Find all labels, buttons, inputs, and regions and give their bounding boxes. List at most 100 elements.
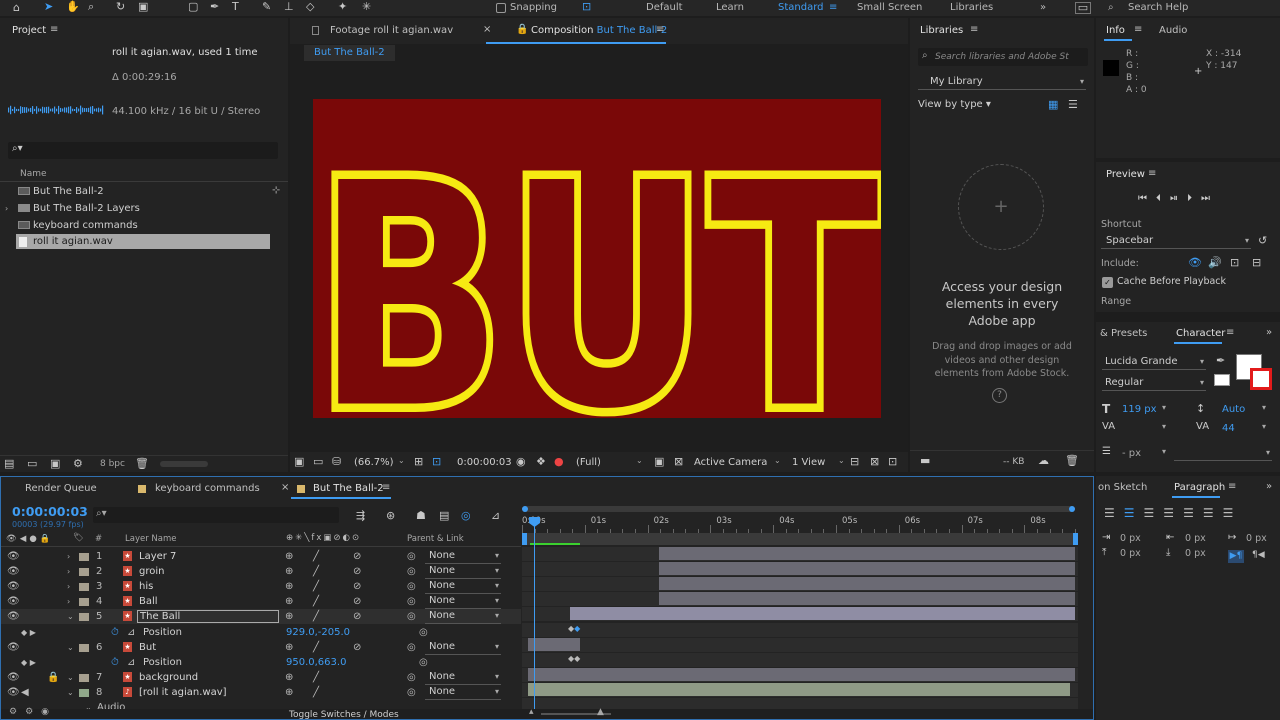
visibility-eye-icon[interactable]: 👁 bbox=[7, 609, 20, 624]
new-composition-icon[interactable]: ▣ bbox=[50, 457, 60, 471]
font-style-dropdown[interactable]: Regular ▾ bbox=[1102, 376, 1206, 391]
rectangle-tool-icon[interactable]: ▢ bbox=[188, 0, 198, 14]
mask-visibility-icon[interactable]: ⛁ bbox=[332, 455, 341, 469]
flowchart-icon[interactable]: ⊹ bbox=[272, 185, 280, 196]
type-tool-icon[interactable]: T bbox=[232, 0, 239, 14]
layer-duration-bar[interactable] bbox=[528, 637, 580, 651]
settings-icon[interactable]: ⚙ bbox=[73, 457, 83, 471]
stopwatch-icon[interactable]: ⏱ bbox=[111, 625, 119, 640]
column-number[interactable]: # bbox=[95, 534, 102, 544]
layer-duration-bar[interactable] bbox=[528, 682, 1070, 696]
composition-breadcrumb[interactable]: But The Ball-2 bbox=[304, 45, 395, 61]
shy-switch-icon[interactable]: ⊕ bbox=[285, 670, 293, 685]
font-family-dropdown[interactable]: Lucida Grande ▾ bbox=[1102, 355, 1206, 370]
panel-overflow-icon[interactable]: » bbox=[1266, 327, 1272, 338]
project-item[interactable]: › But The Ball-2 Layers bbox=[0, 201, 270, 216]
chevron-down-icon[interactable]: ▾ bbox=[1262, 422, 1266, 431]
shy-switch-icon[interactable]: ⊕ bbox=[285, 685, 293, 700]
viewer-timecode[interactable]: 0:00:00:03 bbox=[457, 457, 512, 468]
font-size-value[interactable]: 119 px bbox=[1122, 404, 1157, 415]
motion-blur-switch-icon[interactable]: ⊘ bbox=[353, 564, 361, 579]
space-after-value[interactable]: 0 px bbox=[1185, 548, 1206, 559]
tracking-value[interactable]: 44 bbox=[1222, 423, 1235, 434]
panel-overflow-icon[interactable]: » bbox=[1266, 481, 1272, 492]
quality-switch-icon[interactable]: ╱ bbox=[313, 594, 319, 609]
reset-icon[interactable]: ↺ bbox=[1258, 234, 1267, 248]
tab-footage[interactable]: Footage roll it agian.wav bbox=[330, 25, 453, 36]
channels-icon[interactable]: ● bbox=[554, 455, 564, 469]
layer-row[interactable]: 👁 ⌄ 6 ★ But ⊕ ╱ ⊘ ◎ None ▾ bbox=[1, 640, 521, 655]
layer-label-color[interactable] bbox=[79, 688, 89, 697]
audio-include-icon[interactable]: 🔊 bbox=[1208, 256, 1222, 270]
selected-keyframe-icon[interactable]: ◆ bbox=[574, 624, 580, 633]
info-tab[interactable]: Info bbox=[1106, 25, 1125, 36]
snap-options-icon[interactable]: ⊡ bbox=[582, 0, 591, 14]
layer-name[interactable]: But bbox=[137, 640, 279, 655]
first-frame-icon[interactable]: ⏮ bbox=[1138, 193, 1156, 204]
property-value[interactable]: 950.0,663.0 bbox=[286, 655, 346, 670]
motion-blur-switch-icon[interactable]: ⊘ bbox=[353, 640, 361, 655]
library-search-input[interactable]: ⌕ Search libraries and Adobe St bbox=[918, 48, 1088, 66]
keyframe-navigator-icon[interactable]: ◆ ▶ bbox=[21, 625, 36, 640]
layer-label-color[interactable] bbox=[79, 598, 89, 607]
quality-switch-icon[interactable]: ╱ bbox=[313, 549, 319, 564]
trash-icon[interactable]: 🗑 bbox=[1065, 454, 1079, 468]
zoom-out-icon[interactable]: ▴ bbox=[529, 707, 534, 717]
close-tab-icon[interactable]: × bbox=[281, 482, 289, 493]
workspace-libraries[interactable]: Libraries bbox=[950, 2, 993, 13]
brush-tool-icon[interactable]: ✎ bbox=[262, 0, 271, 14]
pick-whip-icon[interactable]: ◎ bbox=[407, 579, 416, 594]
parent-dropdown[interactable]: None ▾ bbox=[425, 564, 501, 580]
layer-label-color[interactable] bbox=[79, 553, 89, 561]
layer-label-color[interactable] bbox=[79, 583, 89, 592]
panel-menu-icon[interactable]: ≡ bbox=[1228, 481, 1236, 492]
quality-switch-icon[interactable]: ╱ bbox=[313, 640, 319, 655]
workspace-standard[interactable]: Standard bbox=[778, 2, 824, 13]
navigator-end-handle[interactable] bbox=[1069, 506, 1075, 512]
draft-3d-icon[interactable]: ⊛ bbox=[386, 509, 395, 523]
view-by-type-dropdown[interactable]: View by type ▾ bbox=[918, 99, 991, 110]
workspace-overflow-icon[interactable]: » bbox=[1040, 2, 1046, 13]
expression-pickwhip-icon[interactable]: ◎ bbox=[419, 625, 428, 640]
workspace-menu-icon[interactable]: ≡ bbox=[829, 2, 837, 13]
workspace-small-screen[interactable]: Small Screen bbox=[857, 2, 922, 13]
overlay-include-icon[interactable]: ⊡ bbox=[1230, 256, 1239, 270]
cloud-icon[interactable]: ☁ bbox=[1038, 454, 1049, 468]
parent-dropdown[interactable]: None ▾ bbox=[425, 640, 501, 655]
region-icon[interactable]: ⊡ bbox=[432, 455, 441, 469]
layer-duration-bar[interactable] bbox=[659, 577, 1075, 591]
expand-arrow-icon[interactable]: ⌄ bbox=[67, 685, 74, 700]
layer-row[interactable]: 👁 🔒 ⌄ 7 ★ background ⊕ ╱ ◎ None ▾ bbox=[1, 670, 521, 685]
timeline-icon[interactable]: ⊡ bbox=[888, 455, 897, 469]
pick-whip-icon[interactable]: ◎ bbox=[407, 609, 416, 624]
work-area-bar[interactable] bbox=[522, 533, 1078, 545]
stopwatch-icon[interactable]: ⏱ bbox=[111, 655, 119, 670]
audio-speaker-icon[interactable]: ◀ bbox=[21, 685, 29, 700]
layer-label-color[interactable] bbox=[79, 643, 89, 652]
grid-icon[interactable]: ⊞ bbox=[414, 455, 423, 469]
new-folder-icon[interactable]: ▭ bbox=[27, 457, 37, 471]
eyedropper-icon[interactable]: ✒ bbox=[1216, 354, 1225, 368]
expand-arrow-icon[interactable]: ⌄ bbox=[67, 640, 74, 655]
visibility-eye-icon[interactable]: 👁 bbox=[7, 685, 20, 700]
quality-switch-icon[interactable]: ╱ bbox=[313, 609, 319, 624]
video-include-icon[interactable]: 👁 bbox=[1188, 256, 1202, 270]
keyframe-navigator-icon[interactable]: ◆ ▶ bbox=[21, 655, 36, 670]
thumbnail-slider[interactable] bbox=[160, 461, 208, 467]
composition-canvas[interactable]: BUT BUT bbox=[313, 99, 881, 418]
cache-checkbox[interactable]: ✓ bbox=[1102, 277, 1113, 288]
chevron-down-icon[interactable]: ⌄ bbox=[398, 456, 405, 465]
layer-search-input[interactable]: ⌕▾ bbox=[93, 507, 339, 523]
panel-menu-icon[interactable]: ≡ bbox=[1148, 168, 1156, 179]
stroke-color-swatch[interactable] bbox=[1250, 368, 1272, 390]
shy-layers-icon[interactable]: ☗ bbox=[416, 509, 426, 523]
add-library-icon[interactable]: + bbox=[958, 164, 1044, 250]
current-time-display[interactable]: 0:00:00:03 bbox=[12, 504, 88, 519]
visibility-eye-icon[interactable]: 👁 bbox=[7, 640, 20, 655]
layer-row[interactable]: 👁 › 2 ★ groin ⊕ ╱ ⊘ ◎ None ▾ bbox=[1, 564, 521, 580]
expression-pickwhip-icon[interactable]: ◎ bbox=[419, 655, 428, 670]
home-icon[interactable]: ⌂ bbox=[13, 1, 20, 15]
rtl-direction-icon[interactable]: ¶◀ bbox=[1252, 550, 1265, 560]
motion-blur-switch-icon[interactable]: ⊘ bbox=[353, 594, 361, 609]
tab-but-the-ball[interactable]: But The Ball-2 bbox=[313, 483, 384, 494]
